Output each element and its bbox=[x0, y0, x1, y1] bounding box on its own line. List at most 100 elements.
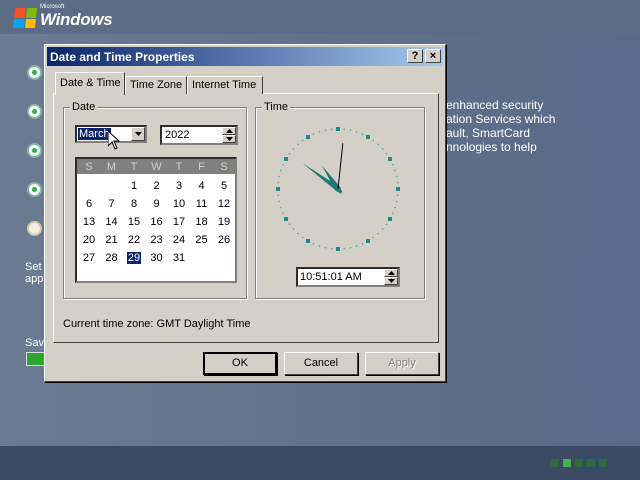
description-line: nnologies to help bbox=[446, 140, 537, 154]
setup-description: enhanced security ation Services which a… bbox=[446, 98, 555, 154]
time-value: 10:51:01 AM bbox=[300, 271, 362, 283]
calendar-day[interactable]: 6 bbox=[78, 196, 100, 213]
calendar-day[interactable]: 8 bbox=[123, 196, 145, 213]
setup-step-radio bbox=[27, 182, 42, 197]
minute-mark bbox=[343, 128, 346, 131]
calendar-day[interactable]: 16 bbox=[146, 214, 168, 231]
calendar-day[interactable]: 31 bbox=[168, 250, 190, 267]
dialog-titlebar[interactable]: Date and Time Properties ? × bbox=[47, 47, 443, 66]
arrow-up-icon bbox=[388, 271, 395, 275]
save-label: Sav bbox=[25, 337, 44, 349]
month-calendar[interactable]: SMTWTFS 1 2 3 4 5 6 7 8 9 10 11 12 13 14 15 16 17 18 19 20 2… bbox=[75, 157, 237, 283]
calendar-day[interactable]: 2 bbox=[146, 178, 168, 195]
time-down-button[interactable] bbox=[384, 277, 398, 285]
minute-mark bbox=[394, 206, 396, 209]
apply-button[interactable]: Apply bbox=[365, 352, 439, 375]
calendar-day[interactable]: 24 bbox=[168, 232, 190, 249]
minute-mark bbox=[288, 152, 291, 155]
calendar-day[interactable]: 21 bbox=[101, 232, 123, 249]
second-hand bbox=[337, 143, 344, 190]
calendar-day[interactable]: 22 bbox=[123, 232, 145, 249]
current-timezone: Current time zone: GMT Daylight Time bbox=[63, 318, 250, 330]
calendar-day[interactable]: 7 bbox=[101, 196, 123, 213]
tab-time-zone[interactable]: Time Zone bbox=[125, 76, 187, 94]
hour-mark bbox=[387, 157, 392, 161]
minute-mark bbox=[391, 163, 394, 166]
help-button[interactable]: ? bbox=[407, 49, 423, 63]
calendar-day[interactable]: 3 bbox=[168, 178, 190, 195]
minute-mark bbox=[330, 247, 333, 250]
minute-mark bbox=[318, 131, 321, 133]
calendar-day[interactable]: 30 bbox=[146, 250, 168, 267]
hour-mark bbox=[284, 157, 289, 161]
month-dropdown-button[interactable] bbox=[131, 127, 145, 141]
minute-mark bbox=[395, 175, 398, 178]
top-band: Microsoft Windows bbox=[0, 0, 640, 34]
minute-mark bbox=[330, 128, 333, 131]
calendar-day[interactable]: 27 bbox=[78, 250, 100, 267]
hour-mark bbox=[306, 238, 310, 243]
minute-mark bbox=[385, 223, 388, 226]
hour-mark bbox=[276, 187, 280, 191]
calendar-day[interactable]: 17 bbox=[168, 214, 190, 231]
progress-dot bbox=[563, 459, 571, 467]
weekday-header: F bbox=[198, 161, 205, 173]
minute-mark bbox=[381, 147, 384, 150]
calendar-day[interactable]: 13 bbox=[78, 214, 100, 231]
setup-label-line: Set bbox=[25, 261, 42, 273]
minute-mark bbox=[277, 181, 280, 184]
calendar-day[interactable]: 29 bbox=[123, 250, 145, 267]
minute-mark bbox=[391, 212, 394, 215]
month-value: March bbox=[78, 128, 111, 140]
ok-button[interactable]: OK bbox=[203, 352, 277, 375]
tab-internet-time[interactable]: Internet Time bbox=[187, 76, 263, 94]
calendar-day[interactable]: 19 bbox=[213, 214, 235, 231]
minute-mark bbox=[301, 139, 304, 142]
calendar-day[interactable]: 23 bbox=[146, 232, 168, 249]
clock-hands bbox=[302, 143, 344, 194]
setup-label: Set app bbox=[25, 261, 43, 285]
minute-mark bbox=[282, 163, 285, 166]
calendar-day[interactable]: 26 bbox=[213, 232, 235, 249]
date-time-dialog: Date and Time Properties ? × Date & Time… bbox=[44, 44, 446, 382]
year-down-button[interactable] bbox=[222, 135, 236, 143]
minute-mark bbox=[381, 228, 384, 231]
calendar-day[interactable]: 9 bbox=[146, 196, 168, 213]
calendar-day[interactable]: 4 bbox=[191, 178, 213, 195]
year-up-button[interactable] bbox=[222, 127, 236, 135]
minute-mark bbox=[377, 143, 380, 146]
calendar-day[interactable]: 11 bbox=[191, 196, 213, 213]
calendar-day[interactable]: 10 bbox=[168, 196, 190, 213]
close-button[interactable]: × bbox=[425, 49, 441, 63]
date-group-label: Date bbox=[70, 101, 98, 113]
time-up-button[interactable] bbox=[384, 269, 398, 277]
minute-mark bbox=[278, 200, 281, 203]
setup-step-radio bbox=[27, 221, 42, 236]
cancel-button[interactable]: Cancel bbox=[284, 352, 358, 375]
arrow-down-icon bbox=[226, 137, 233, 141]
minute-mark bbox=[355, 131, 358, 133]
minute-mark bbox=[343, 247, 346, 250]
calendar-day[interactable]: 25 bbox=[191, 232, 213, 249]
calendar-day[interactable]: 18 bbox=[191, 214, 213, 231]
time-spinner[interactable]: 10:51:01 AM bbox=[296, 267, 400, 287]
minute-mark bbox=[312, 133, 315, 136]
timezone-label: Current time zone: bbox=[63, 318, 154, 330]
year-spinner[interactable]: 2022 bbox=[160, 125, 238, 145]
logo-big-text: Windows bbox=[40, 10, 113, 29]
weekday-header: S bbox=[220, 161, 228, 173]
time-group-label: Time bbox=[262, 101, 291, 113]
minute-mark bbox=[396, 194, 399, 197]
calendar-day[interactable]: 12 bbox=[213, 196, 235, 213]
minute-mark bbox=[349, 129, 352, 132]
calendar-day[interactable]: 15 bbox=[123, 214, 145, 231]
minute-mark bbox=[395, 200, 398, 203]
minute-mark bbox=[372, 139, 375, 142]
calendar-day[interactable]: 20 bbox=[78, 232, 100, 249]
tab-date-time[interactable]: Date & Time bbox=[55, 72, 125, 95]
calendar-day[interactable]: 14 bbox=[101, 214, 123, 231]
calendar-day[interactable]: 28 bbox=[101, 250, 123, 267]
calendar-day[interactable]: 5 bbox=[213, 178, 235, 195]
hour-mark bbox=[284, 217, 289, 221]
calendar-day[interactable]: 1 bbox=[123, 178, 145, 195]
